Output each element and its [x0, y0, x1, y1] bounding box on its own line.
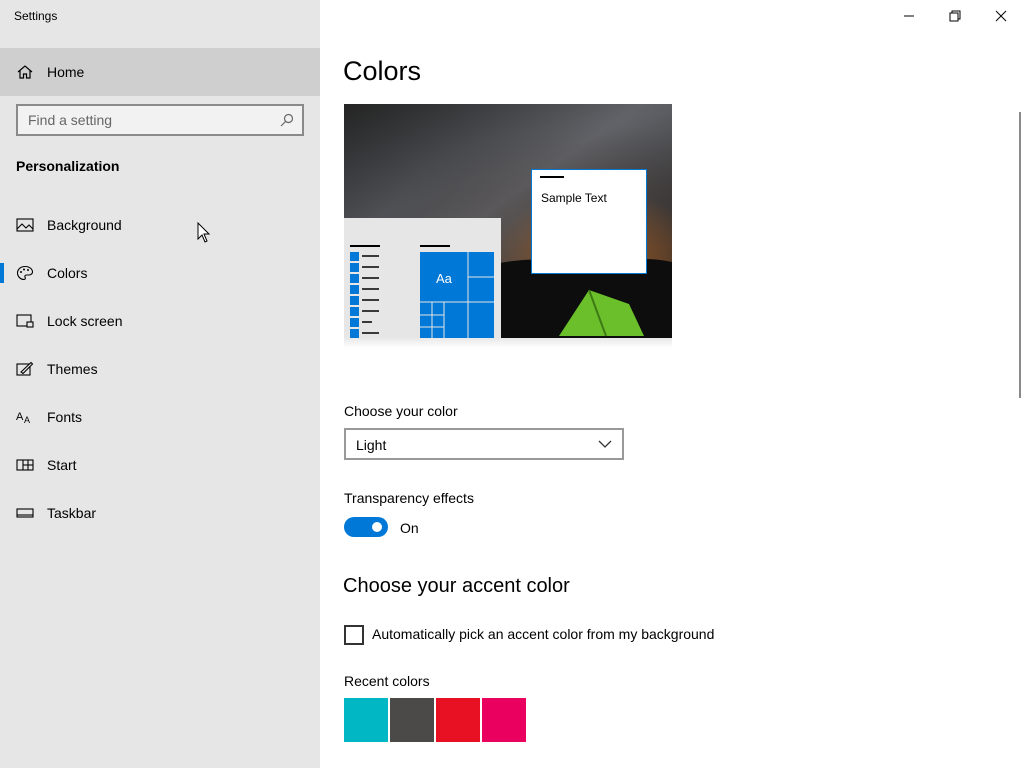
sidebar-item-start[interactable]: Start	[0, 443, 320, 487]
sidebar: Settings Home Personalization Background…	[0, 0, 320, 768]
picture-icon	[16, 218, 34, 232]
close-button[interactable]	[978, 0, 1024, 32]
sidebar-item-label: Fonts	[47, 409, 83, 425]
sidebar-home[interactable]: Home	[0, 48, 320, 96]
lock-screen-icon	[16, 314, 34, 328]
transparency-state: On	[400, 520, 419, 536]
font-icon: A A	[16, 411, 30, 425]
brush-icon	[16, 361, 34, 376]
sidebar-item-fonts[interactable]: A A Fonts	[0, 395, 320, 439]
minimize-icon	[904, 15, 914, 17]
recent-colors-label: Recent colors	[344, 673, 430, 689]
sidebar-item-label: Background	[47, 217, 122, 233]
theme-preview: Aa Sample Text	[344, 104, 672, 338]
page-title: Colors	[343, 56, 422, 86]
sidebar-item-label: Colors	[47, 265, 88, 281]
home-label: Home	[47, 64, 85, 80]
chevron-down-icon	[598, 440, 612, 448]
svg-text:A: A	[24, 415, 30, 425]
auto-accent-label: Automatically pick an accent color from …	[372, 626, 715, 642]
sidebar-item-taskbar[interactable]: Taskbar	[0, 491, 320, 535]
preview-tile-text: Aa	[436, 271, 452, 286]
search-input[interactable]	[18, 106, 278, 134]
preview-sample-window: Sample Text	[531, 169, 647, 274]
preview-start-menu: Aa	[344, 218, 501, 338]
search-icon[interactable]	[280, 113, 294, 127]
svg-text:A: A	[16, 411, 24, 423]
sample-text: Sample Text	[541, 191, 607, 205]
search-box[interactable]	[16, 104, 304, 136]
minimize-button[interactable]	[886, 0, 932, 32]
app-title: Settings	[14, 9, 58, 23]
sidebar-item-label: Start	[47, 457, 77, 473]
sidebar-item-background[interactable]: Background	[0, 203, 320, 247]
sidebar-item-colors[interactable]: Colors	[0, 251, 320, 295]
close-icon	[995, 10, 1007, 22]
vertical-scrollbar[interactable]	[1019, 112, 1021, 398]
sidebar-item-label: Taskbar	[47, 505, 97, 521]
start-icon	[16, 459, 34, 471]
mouse-cursor-icon	[197, 222, 211, 243]
dropdown-value: Light	[356, 437, 387, 453]
recent-color-swatch-4[interactable]	[482, 698, 526, 742]
palette-icon	[16, 265, 34, 281]
accent-heading: Choose your accent color	[343, 575, 570, 597]
recent-color-swatch-3[interactable]	[436, 698, 480, 742]
sample-window-titlebar	[540, 176, 564, 178]
recent-color-swatch-1[interactable]	[344, 698, 388, 742]
section-title: Personalization	[16, 158, 120, 174]
auto-accent-checkbox[interactable]	[344, 625, 364, 645]
taskbar-icon	[16, 508, 34, 518]
transparency-label: Transparency effects	[344, 490, 474, 506]
transparency-toggle[interactable]	[344, 517, 388, 537]
sidebar-item-label: Lock screen	[47, 313, 123, 329]
toggle-knob	[372, 522, 382, 532]
sidebar-item-themes[interactable]: Themes	[0, 347, 320, 391]
sidebar-item-lock-screen[interactable]: Lock screen	[0, 299, 320, 343]
choose-color-label: Choose your color	[344, 403, 458, 419]
sidebar-item-label: Themes	[47, 361, 98, 377]
restore-button[interactable]	[932, 0, 978, 32]
choose-color-dropdown[interactable]: Light	[344, 428, 624, 460]
preview-start-tiles	[350, 245, 494, 338]
preview-shadow	[344, 338, 672, 348]
recent-color-swatch-2[interactable]	[390, 698, 434, 742]
home-icon	[17, 65, 33, 79]
restore-icon	[949, 10, 961, 22]
